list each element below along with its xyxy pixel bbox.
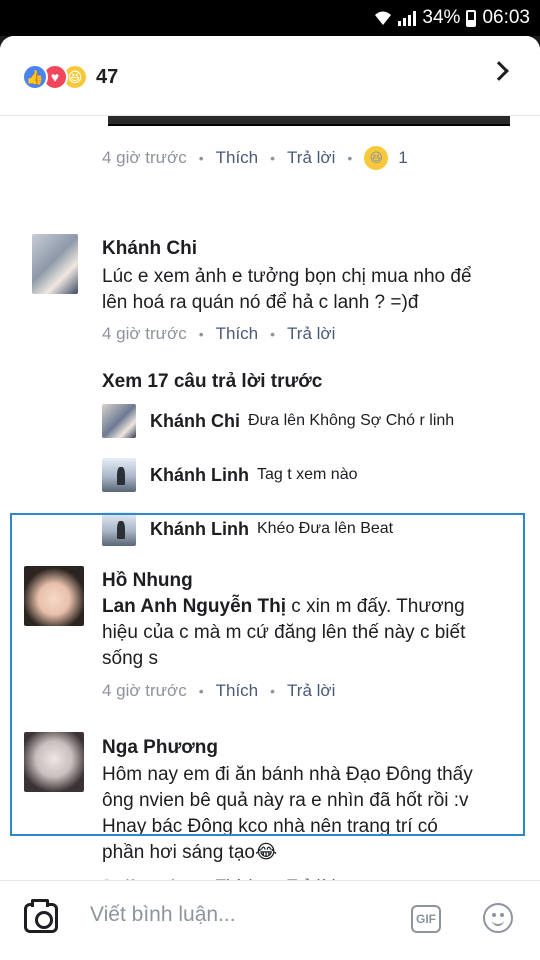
reaction-summary[interactable]: 👍 ♥ 😆 47 [22, 64, 118, 90]
comment-text-line: phần hơi sáng tạo😂 [102, 842, 278, 863]
battery-icon [466, 9, 477, 27]
signal-icon [398, 10, 417, 26]
like-icon: 👍 [22, 64, 48, 90]
reply-text: Tag t xem nào [256, 466, 358, 483]
highlight-box [10, 513, 525, 836]
chevron-right-icon[interactable] [489, 61, 509, 81]
post-image-fragment [108, 116, 510, 126]
avatar[interactable] [32, 234, 78, 294]
avatar[interactable] [102, 404, 136, 438]
reply-button[interactable]: Trả lời [287, 148, 335, 168]
comment-text-line: Lúc e xem ảnh e tưởng bọn chị mua nho để [102, 266, 472, 287]
reactions-bar[interactable]: 👍 ♥ 😆 47 [0, 36, 540, 116]
emoji-icon[interactable] [483, 903, 513, 933]
comment-text-line: lên hoá ra quán nó để hả c lanh ? =)đ [102, 292, 419, 313]
haha-icon[interactable]: 😆 [364, 146, 389, 170]
status-indicators: 34% 06:03 [374, 7, 530, 29]
avatar[interactable] [102, 458, 136, 492]
gif-button[interactable]: GIF [411, 905, 441, 933]
comment-time: 4 giờ trước [102, 324, 187, 343]
reply-button[interactable]: Trả lời [287, 324, 335, 344]
wifi-icon [374, 10, 392, 26]
status-bar: 34% 06:03 [0, 0, 540, 36]
reply-item: Khánh Chi Đưa lên Không Sợ Chó r linh [102, 404, 454, 438]
comment-composer: Viết bình luận... GIF [0, 880, 540, 960]
like-button[interactable]: Thích [216, 148, 259, 168]
comment-meta: 4 giờ trước • Thích • Trả lời [102, 324, 336, 344]
like-button[interactable]: Thích [216, 324, 259, 344]
comments-sheet: 👍 ♥ 😆 47 4 giờ trước • Thích • Trả lời •… [0, 36, 540, 960]
reply-item: Khánh Linh Tag t xem nào [102, 458, 357, 492]
comment-meta: 4 giờ trước • Thích • Trả lời • 😆 1 [102, 146, 408, 170]
battery-percent: 34% [422, 7, 461, 28]
clock: 06:03 [482, 7, 530, 28]
comment-input[interactable]: Viết bình luận... [90, 903, 390, 927]
reply-author[interactable]: Khánh Chi [150, 411, 240, 432]
camera-icon[interactable] [24, 899, 58, 933]
view-previous-replies-link[interactable]: Xem 17 câu trả lời trước [102, 371, 322, 393]
reaction-count: 1 [398, 148, 408, 167]
reply-author[interactable]: Khánh Linh [150, 465, 249, 486]
comment-time: 4 giờ trước [102, 148, 187, 167]
reply-text: Đưa lên Không Sợ Chó r linh [248, 412, 455, 429]
commenter-name[interactable]: Khánh Chi [102, 238, 197, 260]
reaction-count: 47 [96, 65, 119, 88]
